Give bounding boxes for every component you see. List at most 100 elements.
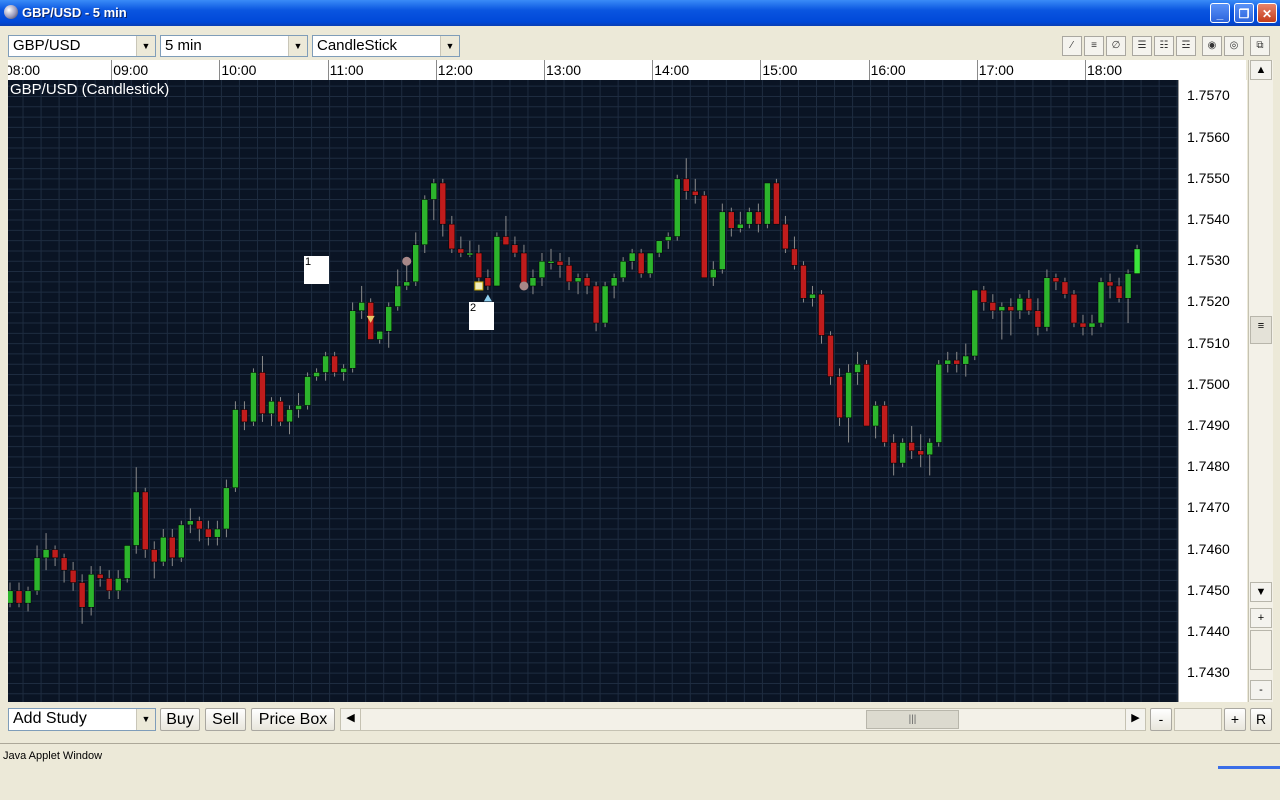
- add-study-select[interactable]: Add Study ▼: [8, 708, 156, 731]
- levels-button[interactable]: ☲: [1176, 36, 1196, 56]
- time-tick-label: 11:00: [329, 62, 364, 78]
- target-button[interactable]: ◎: [1224, 36, 1244, 56]
- price-box-button[interactable]: Price Box: [251, 708, 335, 731]
- minimize-button[interactable]: _: [1210, 3, 1230, 23]
- vertical-scroll-thumb[interactable]: ≡: [1250, 316, 1272, 344]
- arrow-left-icon: ◀: [346, 712, 355, 724]
- horizontal-scroll-thumb[interactable]: |||: [866, 710, 959, 729]
- candle-body: [1097, 281, 1105, 324]
- chevron-down-icon[interactable]: ▼: [288, 36, 307, 56]
- draw-fibonacci-button[interactable]: ∅: [1106, 36, 1126, 56]
- sell-button[interactable]: Sell: [205, 708, 246, 731]
- candle-body: [971, 289, 979, 357]
- candle-body: [989, 302, 997, 311]
- candle-body: [132, 491, 140, 546]
- candle-body: [845, 372, 852, 419]
- candle-body: [1043, 277, 1051, 328]
- close-button[interactable]: ✕: [1257, 3, 1277, 23]
- restore-icon: ❐: [1238, 7, 1250, 21]
- candle-body: [8, 590, 14, 604]
- zoom-chart-button[interactable]: ◉: [1202, 36, 1222, 56]
- buy-button[interactable]: Buy: [160, 708, 200, 731]
- draw-channel-button[interactable]: ≡: [1084, 36, 1104, 56]
- plus-icon: +: [1257, 612, 1265, 624]
- vertical-zoom-in-button[interactable]: +: [1250, 608, 1272, 628]
- chart-note-1[interactable]: 1: [304, 256, 329, 284]
- scroll-right-button[interactable]: ▶: [1125, 709, 1145, 730]
- interval-select[interactable]: 5 min ▼: [160, 35, 308, 57]
- horizontal-scrollbar[interactable]: ◀ ||| ▶: [340, 708, 1146, 731]
- vertical-zoom-out-button[interactable]: -: [1250, 680, 1272, 700]
- note-1-label: 1: [305, 256, 312, 268]
- vertical-scrollbar[interactable]: ▲ ≡ ▼ + -: [1248, 60, 1273, 702]
- chart-note-2[interactable]: 2: [469, 302, 494, 330]
- channel-tool-icon: ≡: [1091, 40, 1097, 51]
- candle-body: [142, 491, 149, 550]
- focus-indicator: [1218, 766, 1280, 769]
- symbol-select[interactable]: GBP/USD ▼: [8, 35, 156, 57]
- detach-window-button[interactable]: ⧉: [1250, 36, 1270, 56]
- candle-body: [187, 520, 194, 526]
- candle-body: [655, 240, 663, 254]
- zoom-in-button[interactable]: +: [1224, 708, 1246, 731]
- price-tick-label: 1.7490: [1187, 417, 1230, 433]
- candle-body: [169, 536, 176, 559]
- grip-icon: |||: [908, 714, 917, 725]
- candle-body: [908, 442, 915, 451]
- candle-body: [755, 211, 762, 225]
- candle-body: [15, 590, 23, 604]
- candle-body: [358, 302, 365, 311]
- candle-body: [764, 182, 771, 225]
- candle-body: [1034, 310, 1042, 328]
- candle-body: [863, 363, 870, 427]
- candle-body: [728, 211, 735, 229]
- candle-body: [250, 372, 257, 423]
- zoom-out-button[interactable]: -: [1150, 708, 1172, 731]
- draw-line-button[interactable]: ⁄: [1062, 36, 1082, 56]
- grid-lines-button[interactable]: ☷: [1154, 36, 1174, 56]
- candle-body: [385, 306, 392, 332]
- candle-body: [24, 590, 32, 604]
- candlestick-chart[interactable]: [8, 80, 1178, 702]
- scroll-left-button[interactable]: ◀: [341, 709, 361, 730]
- chart-area[interactable]: GBP/USD (Candlestick) 1 2: [8, 80, 1178, 702]
- candle-body: [854, 363, 861, 373]
- price-tick-label: 1.7510: [1187, 334, 1230, 351]
- price-tick-label: 1.7430: [1187, 664, 1230, 681]
- vertical-zoom-track[interactable]: [1250, 630, 1272, 670]
- chart-type-select[interactable]: CandleStick ▼: [312, 35, 460, 57]
- candle-body: [619, 260, 627, 278]
- maximize-button[interactable]: ❐: [1234, 3, 1254, 23]
- candle-body: [205, 528, 212, 538]
- target-icon: ◎: [1229, 40, 1239, 51]
- candle-body: [980, 289, 988, 303]
- candle-body: [520, 252, 528, 287]
- chevron-down-icon[interactable]: ▼: [440, 36, 459, 56]
- candle-body: [547, 260, 555, 264]
- candle-body: [439, 182, 447, 225]
- price-tick-label: 1.7550: [1187, 169, 1230, 186]
- candle-body: [295, 405, 302, 410]
- chevron-down-icon[interactable]: ▼: [136, 709, 155, 730]
- candle-body: [782, 223, 789, 250]
- candle-body: [1088, 322, 1096, 328]
- time-tick-label: 12:00: [437, 62, 473, 78]
- time-tick-label: 09:00: [113, 62, 149, 78]
- scroll-up-button[interactable]: ▲: [1250, 60, 1272, 80]
- scroll-down-button[interactable]: ▼: [1250, 582, 1272, 602]
- time-tick: [868, 60, 870, 80]
- zoom-track[interactable]: [1174, 708, 1222, 731]
- candle-body: [51, 549, 59, 559]
- candle-body: [719, 211, 726, 270]
- candle-body: [1061, 281, 1069, 295]
- trade-marker-icon: [402, 256, 412, 266]
- horizontal-lines-button[interactable]: ☰: [1132, 36, 1152, 56]
- bottom-toolbar: Add Study ▼ Buy Sell Price Box ◀ ||| ▶ -…: [0, 702, 1280, 736]
- axis-corner: [1178, 60, 1246, 80]
- interval-value: 5 min: [165, 37, 202, 54]
- chevron-down-icon[interactable]: ▼: [136, 36, 155, 56]
- candle-body: [538, 260, 546, 278]
- reset-button[interactable]: R: [1250, 708, 1272, 731]
- candle-body: [710, 269, 717, 278]
- candle-body: [87, 574, 95, 608]
